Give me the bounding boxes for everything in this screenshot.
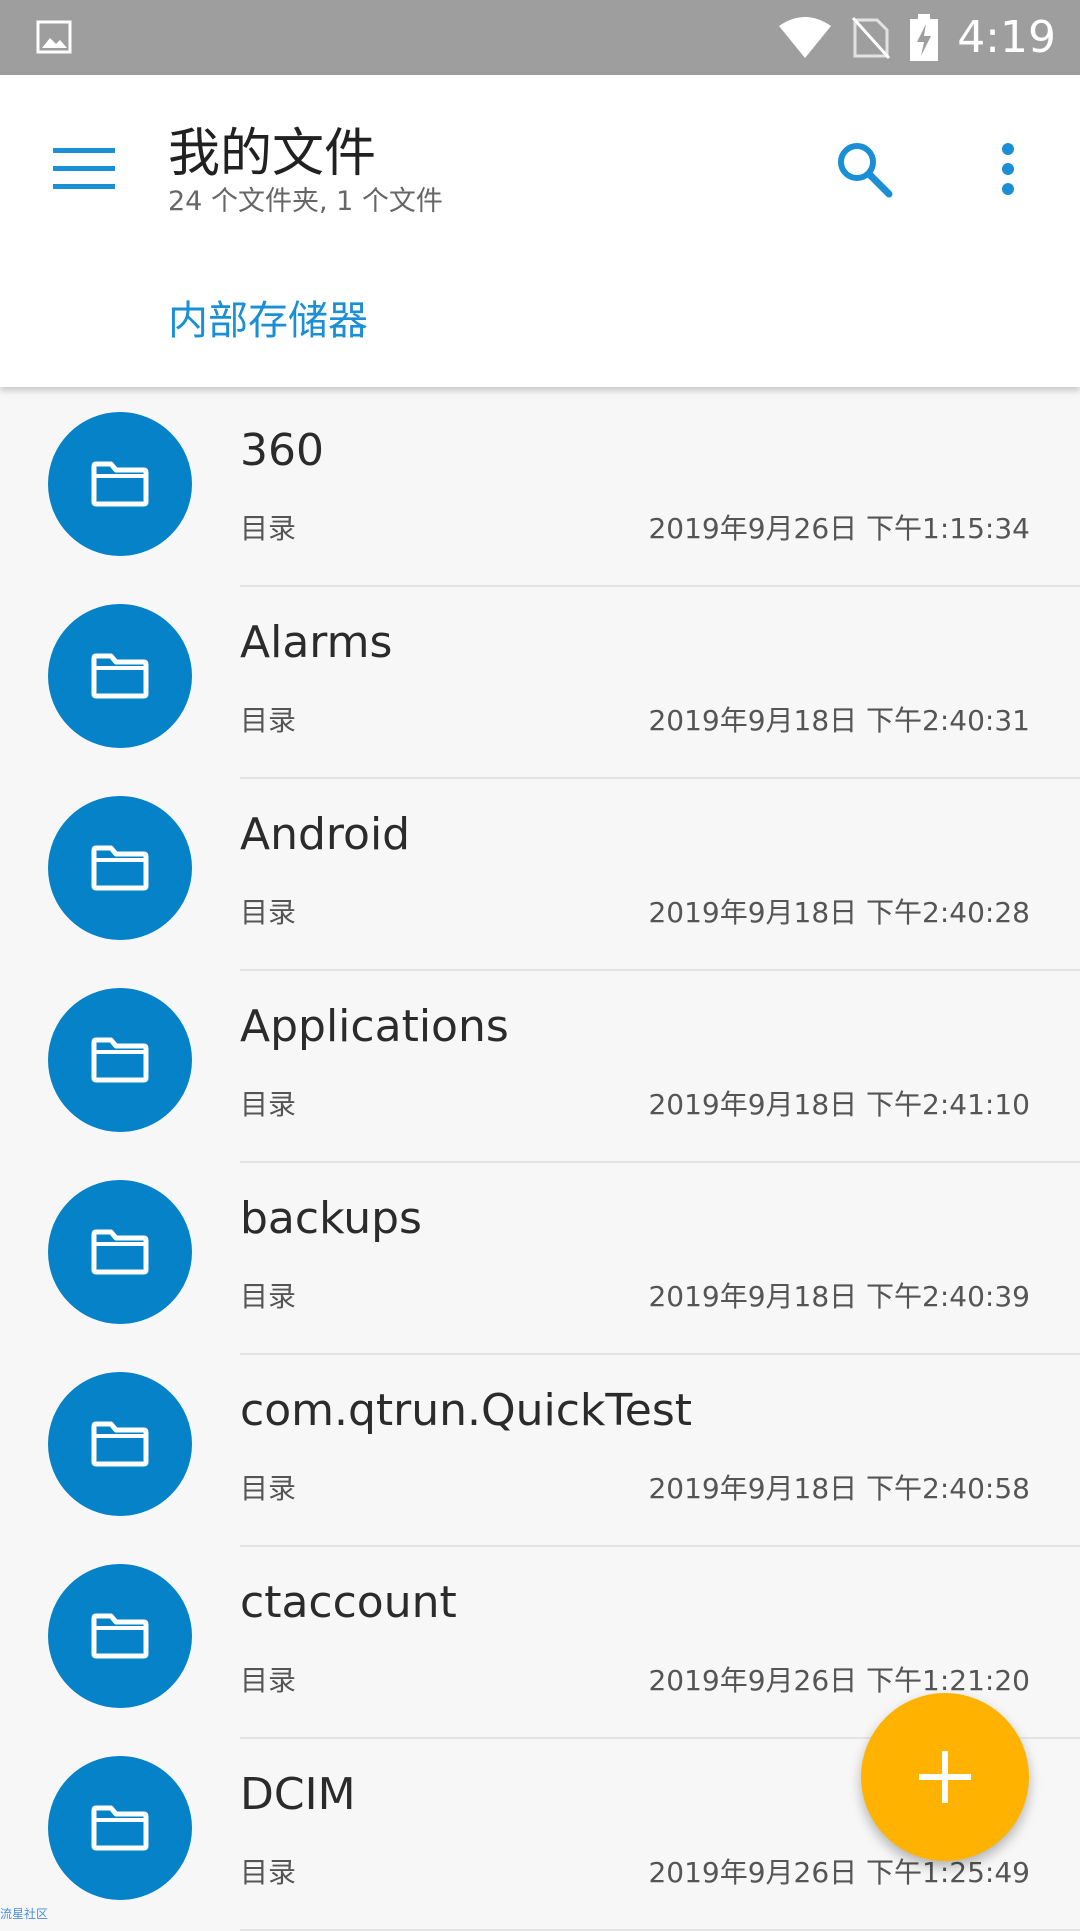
folder-avatar xyxy=(48,1564,192,1708)
folder-avatar xyxy=(48,796,192,940)
file-type: 目录 xyxy=(240,1280,297,1313)
folder-icon xyxy=(91,1805,149,1851)
folder-icon xyxy=(91,1613,149,1659)
file-name: 360 xyxy=(240,425,324,476)
file-name: Android xyxy=(240,809,411,860)
file-type: 目录 xyxy=(240,512,297,545)
folder-icon xyxy=(91,1037,149,1083)
menu-button[interactable] xyxy=(40,125,128,213)
folder-avatar xyxy=(48,604,192,748)
folder-icon xyxy=(91,845,149,891)
plus-icon xyxy=(919,1751,971,1803)
file-list-item[interactable]: Applications 目录 2019年9月18日 下午2:41:10 xyxy=(0,971,1080,1163)
file-name: backups xyxy=(240,1193,422,1244)
file-modified-date: 2019年9月18日 下午2:40:39 xyxy=(648,1280,1030,1313)
search-icon xyxy=(838,143,893,198)
add-fab-button[interactable] xyxy=(861,1693,1029,1861)
file-list-item[interactable]: Android 目录 2019年9月18日 下午2:40:28 xyxy=(0,779,1080,971)
file-type: 目录 xyxy=(240,1088,297,1121)
file-list-item[interactable]: 360 目录 2019年9月26日 下午1:15:34 xyxy=(0,395,1080,587)
file-modified-date: 2019年9月26日 下午1:25:49 xyxy=(648,1856,1030,1889)
file-type: 目录 xyxy=(240,1664,297,1697)
status-time: 4:19 xyxy=(957,12,1056,63)
status-icons: 4:19 xyxy=(777,0,1056,75)
file-type: 目录 xyxy=(240,704,297,737)
file-type: 目录 xyxy=(240,1856,297,1889)
folder-avatar xyxy=(48,988,192,1132)
page-title: 我的文件 xyxy=(168,124,377,184)
app-bar: 我的文件 24 个文件夹, 1 个文件 内部存储器 xyxy=(0,75,1080,387)
search-button[interactable] xyxy=(820,125,908,213)
wifi-icon xyxy=(779,16,832,58)
breadcrumb-internal-storage[interactable]: 内部存储器 xyxy=(168,288,368,346)
file-type: 目录 xyxy=(240,896,297,929)
file-modified-date: 2019年9月18日 下午2:40:28 xyxy=(648,896,1030,929)
folder-icon xyxy=(91,1421,149,1467)
folder-icon xyxy=(91,653,149,699)
status-bar: 4:19 xyxy=(0,0,1080,75)
file-list-item[interactable]: Alarms 目录 2019年9月18日 下午2:40:31 xyxy=(0,587,1080,779)
file-name: Applications xyxy=(240,1001,509,1052)
file-name: Alarms xyxy=(240,617,393,668)
file-name: ctaccount xyxy=(240,1577,457,1628)
file-modified-date: 2019年9月26日 下午1:15:34 xyxy=(648,512,1030,545)
folder-count-subtitle: 24 个文件夹, 1 个文件 xyxy=(168,186,443,217)
more-options-button[interactable] xyxy=(964,125,1052,213)
file-type: 目录 xyxy=(240,1472,297,1505)
no-sim-icon xyxy=(852,16,891,59)
file-list-item[interactable]: backups 目录 2019年9月18日 下午2:40:39 xyxy=(0,1163,1080,1355)
more-vert-icon xyxy=(1002,143,1014,195)
file-modified-date: 2019年9月18日 下午2:41:10 xyxy=(648,1088,1030,1121)
image-notification-icon xyxy=(36,20,72,54)
folder-icon xyxy=(91,1229,149,1275)
battery-charging-icon xyxy=(910,13,939,61)
folder-avatar xyxy=(48,1372,192,1516)
folder-avatar xyxy=(48,1180,192,1324)
file-modified-date: 2019年9月26日 下午1:21:20 xyxy=(648,1664,1030,1697)
folder-avatar xyxy=(48,412,192,556)
file-modified-date: 2019年9月18日 下午2:40:58 xyxy=(648,1472,1030,1505)
file-list-item[interactable]: com.qtrun.QuickTest 目录 2019年9月18日 下午2:40… xyxy=(0,1355,1080,1547)
hamburger-menu-icon xyxy=(53,148,115,189)
folder-avatar xyxy=(48,1756,192,1900)
file-name: DCIM xyxy=(240,1769,356,1820)
watermark-text: 流星社区 xyxy=(0,1907,49,1921)
folder-icon xyxy=(91,461,149,507)
file-name: com.qtrun.QuickTest xyxy=(240,1385,693,1436)
file-modified-date: 2019年9月18日 下午2:40:31 xyxy=(648,704,1030,737)
